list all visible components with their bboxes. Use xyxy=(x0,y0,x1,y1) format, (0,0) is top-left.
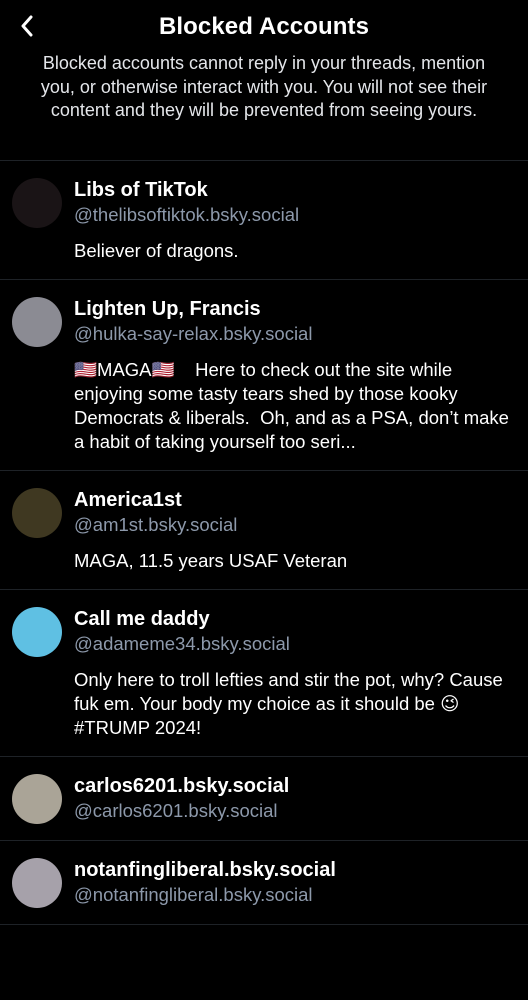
account-bio: 🇺🇸MAGA🇺🇸 Here to check out the site whil… xyxy=(74,359,515,452)
account-display-name: notanfingliberal.bsky.social xyxy=(74,859,336,881)
avatar[interactable] xyxy=(12,488,62,538)
account-display-name: America1st xyxy=(74,489,182,511)
page-description: Blocked accounts cannot reply in your th… xyxy=(40,53,488,120)
blocked-account-row[interactable]: America1st @am1st.bsky.social MAGA, 11.5 y… xyxy=(0,471,528,590)
blocked-account-row[interactable]: notanfingliberal.bsky.social @notanfingli… xyxy=(0,841,528,925)
account-bio: MAGA, 11.5 years USAF Veteran xyxy=(74,550,348,571)
account-info: carlos6201.bsky.social @carlos6201.bsky.s… xyxy=(74,773,514,824)
account-info: Call me daddy @adameme34.bsky.social Only … xyxy=(74,606,514,740)
avatar[interactable] xyxy=(12,178,62,228)
account-handle: @notanfingliberal.bsky.social xyxy=(74,884,313,905)
account-info: notanfingliberal.bsky.social @notanfingli… xyxy=(74,857,514,908)
account-handle: @thelibsoftiktok.bsky.social xyxy=(74,204,300,225)
blocked-accounts-list: Libs of TikTok @thelibsoftiktok.bsky.soci… xyxy=(0,160,528,925)
account-handle: @am1st.bsky.social xyxy=(74,514,238,535)
account-info: Lighten Up, Francis @hulka-say-relax.bsky… xyxy=(74,296,514,454)
avatar[interactable] xyxy=(12,607,62,657)
chevron-left-icon xyxy=(21,15,33,37)
account-display-name: Libs of TikTok xyxy=(74,179,208,201)
account-bio: Only here to troll lefties and stir the … xyxy=(74,669,503,738)
blocked-account-row[interactable]: Lighten Up, Francis @hulka-say-relax.bsky… xyxy=(0,280,528,471)
account-handle: @hulka-say-relax.bsky.social xyxy=(74,323,313,344)
blocked-account-row[interactable]: Libs of TikTok @thelibsoftiktok.bsky.soci… xyxy=(0,161,528,280)
account-bio: Believer of dragons. xyxy=(74,240,239,261)
blocked-account-row[interactable]: carlos6201.bsky.social @carlos6201.bsky.s… xyxy=(0,757,528,841)
page-title: Blocked Accounts xyxy=(158,12,370,40)
avatar[interactable] xyxy=(12,774,62,824)
header: Blocked Accounts xyxy=(0,0,528,52)
account-display-name: Lighten Up, Francis xyxy=(74,298,261,320)
avatar[interactable] xyxy=(12,297,62,347)
account-display-name: carlos6201.bsky.social xyxy=(74,775,290,797)
account-info: America1st @am1st.bsky.social MAGA, 11.5 y… xyxy=(74,487,514,573)
blocked-account-row[interactable]: Call me daddy @adameme34.bsky.social Only … xyxy=(0,590,528,757)
avatar[interactable] xyxy=(12,858,62,908)
account-info: Libs of TikTok @thelibsoftiktok.bsky.soci… xyxy=(74,177,514,263)
account-handle: @adameme34.bsky.social xyxy=(74,633,290,654)
back-button[interactable] xyxy=(14,12,40,40)
account-display-name: Call me daddy xyxy=(74,608,210,630)
account-handle: @carlos6201.bsky.social xyxy=(74,800,278,821)
